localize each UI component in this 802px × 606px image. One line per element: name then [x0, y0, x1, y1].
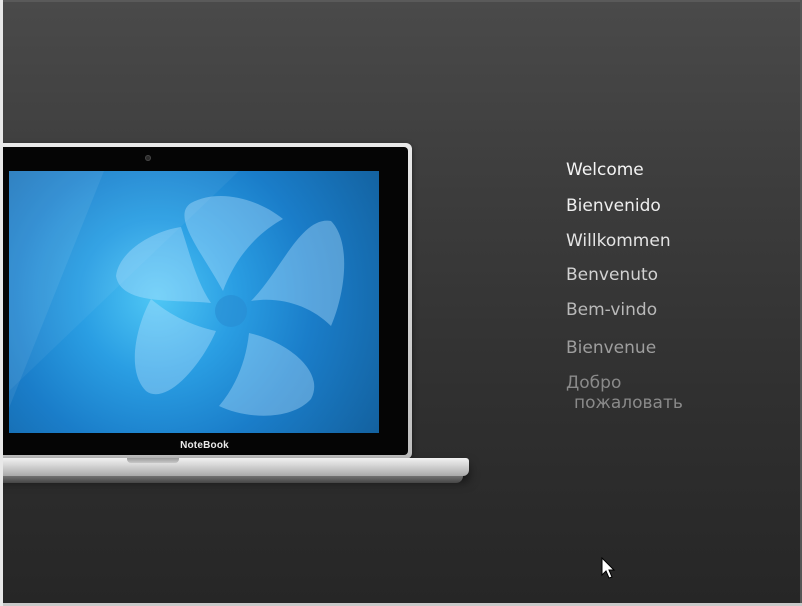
- camera-icon: [145, 155, 151, 161]
- mouse-pointer-icon: [601, 557, 616, 579]
- welcome-item-portuguese: Bem-vindo: [566, 300, 658, 320]
- welcome-item-russian: Добро пожаловать: [566, 373, 706, 413]
- laptop-bezel: NoteBook: [3, 147, 408, 455]
- laptop-lid: NoteBook: [3, 143, 412, 459]
- top-edge: [3, 0, 802, 2]
- laptop-brand-label: NoteBook: [180, 440, 229, 451]
- laptop-base-notch: [127, 458, 179, 463]
- laptop-base-shadow: [3, 476, 463, 483]
- welcome-item-russian-line2: пожаловать: [574, 393, 683, 413]
- welcome-item-german: Willkommen: [566, 231, 671, 251]
- laptop-base: [3, 458, 469, 476]
- welcome-item-italian: Benvenuto: [566, 265, 659, 285]
- welcome-item-russian-line1: Добро: [566, 373, 622, 393]
- swirl-logo-icon: [9, 171, 345, 416]
- welcome-item-spanish: Bienvenido: [566, 196, 661, 216]
- laptop-display: [9, 171, 379, 433]
- welcome-item-english: Welcome: [566, 160, 644, 180]
- welcome-item-french: Bienvenue: [566, 338, 657, 358]
- desktop-screen: NoteBook Welcome Bienvenido Willkommen B…: [0, 0, 802, 606]
